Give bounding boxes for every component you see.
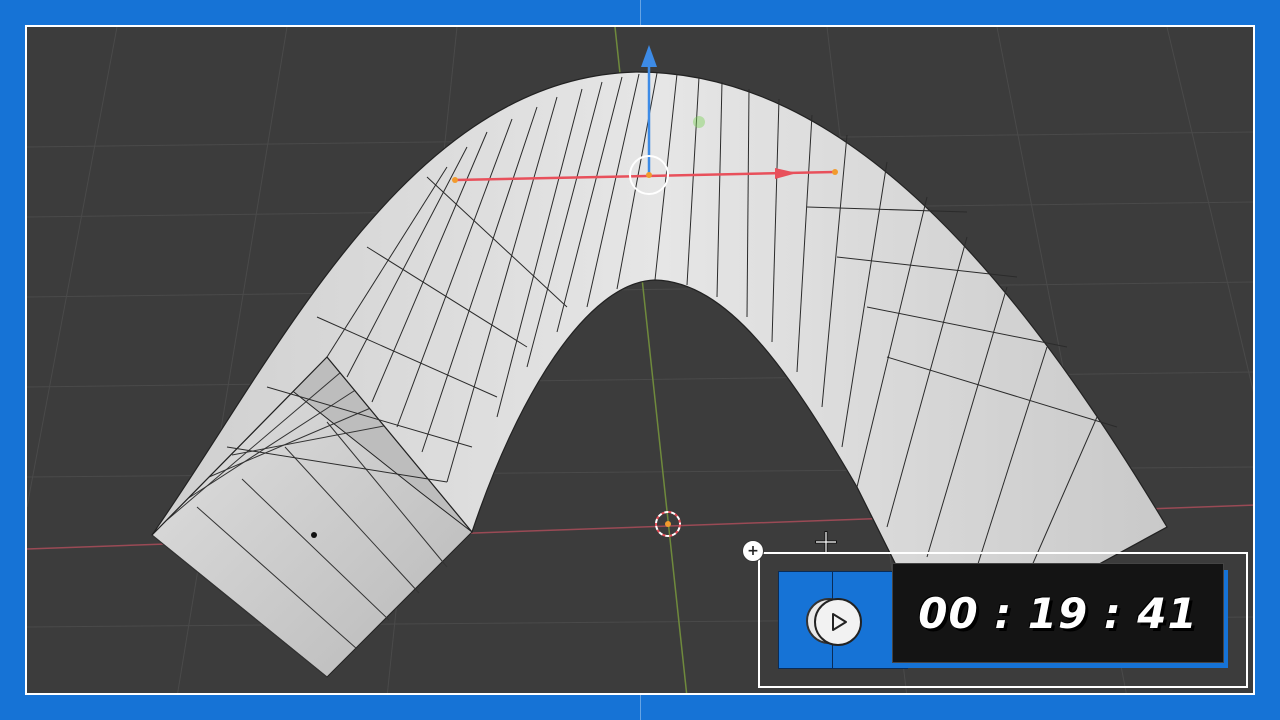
add-icon[interactable]: + bbox=[742, 540, 764, 562]
cursor-crosshair-icon bbox=[815, 531, 837, 553]
play-button[interactable] bbox=[814, 598, 862, 646]
play-icon bbox=[832, 613, 847, 631]
elapsed-time: 00 : 19 : 41 bbox=[918, 588, 1198, 638]
timer-display: 00 : 19 : 41 bbox=[892, 563, 1224, 663]
